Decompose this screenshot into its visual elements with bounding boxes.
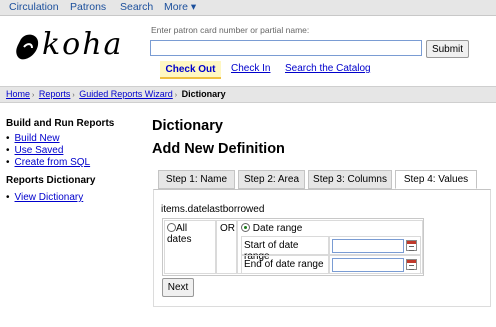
nav-patrons[interactable]: Patrons: [70, 1, 106, 13]
sidebar-link-view-dictionary[interactable]: View Dictionary: [15, 192, 84, 203]
koha-logo-icon: [16, 34, 39, 60]
sidebar-link-use-saved[interactable]: Use Saved: [15, 145, 64, 156]
end-label-cell: End of date range: [241, 255, 329, 274]
koha-logo[interactable]: koha: [14, 27, 134, 67]
patron-search-label: Enter patron card number or partial name…: [151, 25, 310, 35]
end-date-label: End of date range: [244, 259, 324, 270]
nav-search[interactable]: Search: [120, 1, 153, 13]
sidebar-heading-dictionary: Reports Dictionary: [6, 175, 96, 186]
sidebar-item-build-new[interactable]: Build New: [6, 133, 90, 145]
sidebar-list-build-run: Build New Use Saved Create from SQL: [6, 133, 91, 169]
page-subtitle: Add New Definition: [152, 141, 285, 157]
start-date-input[interactable]: [332, 239, 404, 253]
top-navigation: Circulation Patrons Search More ▾: [0, 0, 496, 16]
end-date-input[interactable]: [332, 258, 404, 272]
next-button[interactable]: Next: [162, 278, 194, 297]
breadcrumb-reports[interactable]: Reports: [39, 89, 71, 99]
nav-more-menu[interactable]: More ▾: [164, 1, 196, 13]
date-range-option: Date range: [241, 223, 302, 234]
tab-step-1-name[interactable]: Step 1: Name: [158, 170, 235, 189]
breadcrumb-guided-reports-wizard[interactable]: Guided Reports Wizard: [79, 89, 173, 99]
sidebar-link-create-sql[interactable]: Create from SQL: [15, 157, 91, 168]
patron-search-input[interactable]: [150, 40, 422, 56]
sidebar-item-use-saved[interactable]: Use Saved: [6, 145, 90, 157]
date-range-radio[interactable]: [241, 223, 250, 232]
breadcrumb-separator: ›: [72, 92, 75, 99]
tab-step-3-columns[interactable]: Step 3: Columns: [308, 170, 392, 189]
date-range-table: All dates OR Date range Start of date ra…: [162, 218, 424, 276]
breadcrumb-separator: ›: [174, 92, 178, 99]
submit-button[interactable]: Submit: [426, 40, 469, 58]
start-label-cell: Start of date range: [241, 236, 329, 262]
sidebar-link-build-new[interactable]: Build New: [15, 133, 60, 144]
tab-search-catalog[interactable]: Search the Catalog: [285, 63, 371, 74]
calendar-icon[interactable]: [406, 240, 417, 251]
field-name: items.datelastborrowed: [161, 204, 265, 215]
date-range-label: Date range: [252, 223, 303, 234]
tab-step-2-area[interactable]: Step 2: Area: [238, 170, 305, 189]
sidebar-item-view-dictionary[interactable]: View Dictionary: [6, 192, 84, 204]
breadcrumb-home[interactable]: Home: [6, 89, 30, 99]
breadcrumb-current: Dictionary: [181, 89, 226, 99]
or-label: OR: [220, 223, 235, 234]
koha-wordmark: koha: [42, 27, 124, 62]
all-dates-cell: All dates: [164, 220, 216, 274]
tab-step-4-values[interactable]: Step 4: Values: [395, 170, 477, 189]
nav-circulation[interactable]: Circulation: [9, 1, 59, 13]
or-cell: OR: [216, 220, 237, 274]
tab-check-out[interactable]: Check Out: [160, 61, 221, 79]
all-dates-radio[interactable]: [167, 223, 176, 232]
sidebar-heading-build-run: Build and Run Reports: [6, 118, 115, 129]
page-title: Dictionary: [152, 118, 223, 134]
end-input-cell: [329, 255, 421, 274]
calendar-icon[interactable]: [406, 259, 417, 270]
breadcrumb-separator: ›: [32, 92, 35, 99]
sidebar-list-dictionary: View Dictionary: [6, 192, 84, 204]
breadcrumb: Home › Reports › Guided Reports Wizard › Di…: [0, 86, 496, 103]
sidebar-item-create-sql[interactable]: Create from SQL: [6, 157, 91, 169]
tab-check-in[interactable]: Check In: [231, 63, 270, 74]
date-range-cell: Date range Start of date range End of da…: [237, 220, 423, 274]
start-input-cell: [329, 236, 421, 255]
